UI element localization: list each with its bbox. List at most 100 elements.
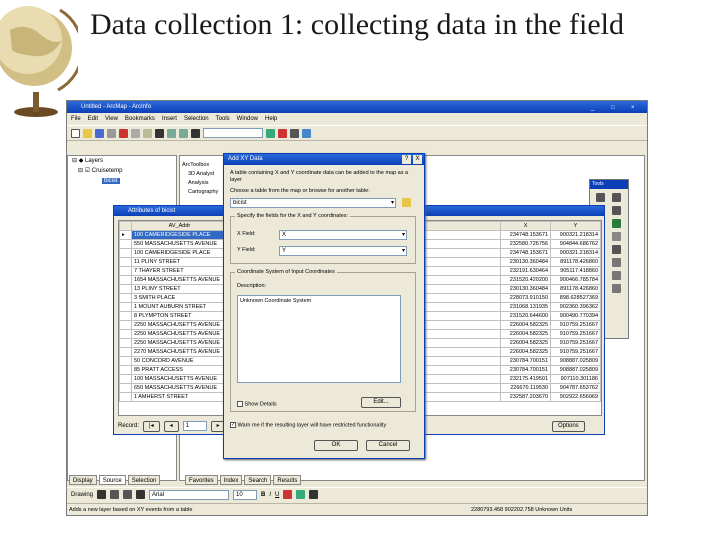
new-icon[interactable] (71, 128, 80, 138)
row-selector[interactable] (119, 338, 132, 348)
font-select[interactable]: Arial (149, 489, 230, 500)
cut-icon[interactable] (119, 128, 128, 138)
column-header[interactable]: AV_Addr (130, 221, 228, 231)
italic-icon[interactable]: I (269, 492, 271, 498)
row-selector[interactable] (119, 383, 132, 393)
bold-icon[interactable]: B (261, 492, 265, 498)
line-color-icon[interactable] (309, 490, 319, 499)
menu-selection[interactable]: Selection (184, 116, 209, 122)
minimize-icon[interactable]: _ (591, 102, 601, 112)
hyperlink-icon[interactable] (612, 271, 621, 280)
menu-tools[interactable]: Tools (216, 116, 230, 122)
tab-search[interactable]: Search (244, 475, 272, 485)
command-line-icon[interactable] (290, 128, 299, 138)
toc-bicist[interactable]: bicist (102, 178, 120, 184)
row-selector[interactable] (119, 347, 132, 357)
row-selector[interactable] (119, 302, 132, 312)
html-popup-icon[interactable] (612, 284, 621, 293)
record-input[interactable]: 1 (182, 421, 207, 431)
previous-record-button[interactable]: ◂ (163, 420, 179, 432)
toolbox-item[interactable]: Analysis (182, 179, 228, 188)
column-header[interactable]: X (500, 221, 552, 231)
delete-icon[interactable] (155, 128, 164, 138)
ok-button[interactable]: OK (314, 440, 358, 451)
toolbox-item[interactable]: 3D Analyst (182, 170, 228, 179)
edit-button[interactable]: Edit... (361, 397, 401, 408)
font-size-select[interactable]: 10 (233, 489, 258, 500)
cancel-button[interactable]: Cancel (366, 440, 410, 451)
row-selector[interactable] (119, 392, 132, 402)
zoom-in-icon[interactable] (596, 193, 605, 202)
full-extent-icon[interactable] (612, 219, 621, 228)
zoom-out-icon[interactable] (612, 193, 621, 202)
toolbox-item[interactable]: ArcToolbox (182, 161, 228, 170)
row-selector[interactable] (119, 248, 132, 258)
row-selector[interactable] (119, 239, 132, 249)
drawing-menu[interactable]: Drawing (71, 492, 93, 498)
rotate-icon[interactable] (110, 490, 120, 499)
scale-combo[interactable] (203, 128, 263, 138)
find-icon[interactable] (612, 258, 621, 267)
font-color-icon[interactable] (283, 490, 293, 499)
tab-source[interactable]: Source (98, 475, 126, 485)
menu-help[interactable]: Help (265, 116, 277, 122)
underline-icon[interactable]: U (275, 492, 279, 498)
row-selector[interactable] (119, 266, 132, 276)
help-icon[interactable]: ? (402, 155, 411, 164)
row-selector[interactable] (119, 257, 132, 267)
add-data-icon[interactable] (191, 128, 200, 138)
row-selector[interactable] (119, 320, 132, 330)
fixed-zoom-out-icon[interactable] (612, 206, 621, 215)
tab-selection[interactable]: Selection (127, 475, 161, 485)
y-field-select[interactable]: Y (279, 246, 407, 256)
menu-window[interactable]: Window (237, 116, 258, 122)
browse-folder-icon[interactable] (402, 198, 411, 207)
arctoolbox-icon[interactable] (278, 128, 287, 138)
column-header[interactable] (119, 221, 132, 231)
toc-cruisetemp[interactable]: Cruisetemp (92, 168, 123, 174)
tab-results[interactable]: Results (273, 475, 302, 485)
table-select[interactable]: bicist (230, 198, 396, 208)
fill-color-icon[interactable] (296, 490, 306, 499)
column-header[interactable]: Y (550, 221, 601, 231)
row-selector[interactable]: ▸ (119, 230, 132, 240)
toc-layers[interactable]: Layers (85, 158, 103, 164)
copy-icon[interactable] (131, 128, 140, 138)
tab-favorites[interactable]: Favorites (185, 475, 218, 485)
select-elements-icon[interactable] (97, 490, 107, 499)
close-icon[interactable]: X (413, 155, 422, 164)
row-selector[interactable] (119, 293, 132, 303)
show-details-checkbox[interactable] (237, 401, 243, 407)
row-selector[interactable] (119, 374, 132, 384)
menu-bookmarks[interactable]: Bookmarks (125, 116, 155, 122)
row-selector[interactable] (119, 356, 132, 366)
row-selector[interactable] (119, 329, 132, 339)
rectangle-icon[interactable] (123, 490, 133, 499)
menu-view[interactable]: View (105, 116, 118, 122)
row-selector[interactable] (119, 365, 132, 375)
save-icon[interactable] (95, 128, 104, 138)
help-icon[interactable] (302, 128, 311, 138)
x-field-select[interactable]: X (279, 230, 407, 240)
row-selector[interactable] (119, 311, 132, 321)
menu-file[interactable]: File (71, 116, 81, 122)
tab-index[interactable]: Index (219, 475, 243, 485)
editor-icon[interactable] (266, 128, 275, 138)
options-button[interactable]: Options (552, 421, 585, 432)
warn-checkbox[interactable]: ✓ (230, 422, 236, 428)
menu-edit[interactable]: Edit (88, 116, 98, 122)
row-selector[interactable] (119, 275, 132, 285)
toolbox-item[interactable]: Cartography (182, 188, 228, 197)
print-icon[interactable] (107, 128, 116, 138)
undo-icon[interactable] (167, 128, 176, 138)
redo-icon[interactable] (179, 128, 188, 138)
tab-display[interactable]: Display (69, 475, 97, 485)
first-record-button[interactable]: |◂ (143, 420, 160, 432)
maximize-icon[interactable]: □ (611, 102, 621, 112)
paste-icon[interactable] (143, 128, 152, 138)
open-icon[interactable] (83, 128, 92, 138)
close-icon[interactable]: × (631, 102, 641, 112)
forward-icon[interactable] (612, 232, 621, 241)
menu-insert[interactable]: Insert (162, 116, 177, 122)
select-elements-icon[interactable] (612, 245, 621, 254)
